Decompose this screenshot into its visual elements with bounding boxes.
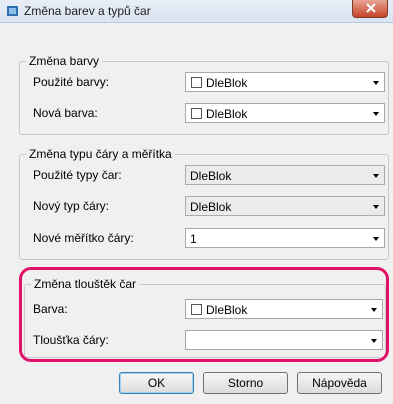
color-swatch-icon [191,304,202,315]
line-thickness-combo[interactable] [185,330,383,350]
color-change-group: Změna barvy Použité barvy: DleBlok Nová … [19,54,389,135]
chevron-down-icon [373,205,379,209]
used-colors-combo[interactable]: DleBlok [185,72,385,92]
new-color-value: DleBlok [206,107,248,121]
chevron-down-icon [371,308,377,312]
new-scale-label: Nové měřítko čáry: [33,231,134,245]
window-title: Změna barev a typů čar [24,4,151,18]
used-linetypes-combo[interactable]: DleBlok [185,165,385,185]
new-color-combo[interactable]: DleBlok [185,103,385,123]
new-linetype-combo[interactable]: DleBlok [185,196,385,216]
chevron-down-icon [373,174,379,178]
cancel-button[interactable]: Storno [203,372,288,394]
thickness-color-value: DleBlok [206,303,248,317]
thickness-color-label: Barva: [33,302,68,316]
ok-button[interactable]: OK [119,372,194,394]
title-bar[interactable]: Změna barev a typů čar [0,0,393,23]
thickness-change-group: Změna tlouštěk čar Barva: DleBlok Tloušť… [24,277,386,358]
line-thickness-label: Tloušťka čáry: [33,333,109,347]
new-scale-value: 1 [190,232,197,246]
new-color-label: Nová barva: [33,106,98,120]
chevron-down-icon [371,339,377,343]
thickness-change-legend: Změna tlouštěk čar [31,277,140,291]
new-scale-combo[interactable]: 1 [185,228,385,248]
app-icon [7,6,18,16]
help-button[interactable]: Nápověda [297,372,382,394]
close-icon [366,3,376,13]
color-swatch-icon [191,108,202,119]
chevron-down-icon [373,112,379,116]
thickness-color-combo[interactable]: DleBlok [185,299,383,319]
new-linetype-label: Nový typ čáry: [33,199,110,213]
linetype-change-group: Změna typu čáry a měřítka Použité typy č… [19,147,389,260]
used-linetypes-value: DleBlok [190,169,232,183]
used-linetypes-label: Použité typy čar: [33,168,122,182]
new-linetype-value: DleBlok [190,200,232,214]
used-colors-label: Použité barvy: [33,75,110,89]
color-swatch-icon [191,77,202,88]
used-colors-value: DleBlok [206,76,248,90]
close-button[interactable] [352,0,388,18]
chevron-down-icon [373,81,379,85]
color-change-legend: Změna barvy [26,54,103,68]
linetype-change-legend: Změna typu čáry a měřítka [26,147,175,161]
chevron-down-icon [373,237,379,241]
dialog-window: Změna barev a typů čar Změna barvy Použi… [0,0,393,404]
